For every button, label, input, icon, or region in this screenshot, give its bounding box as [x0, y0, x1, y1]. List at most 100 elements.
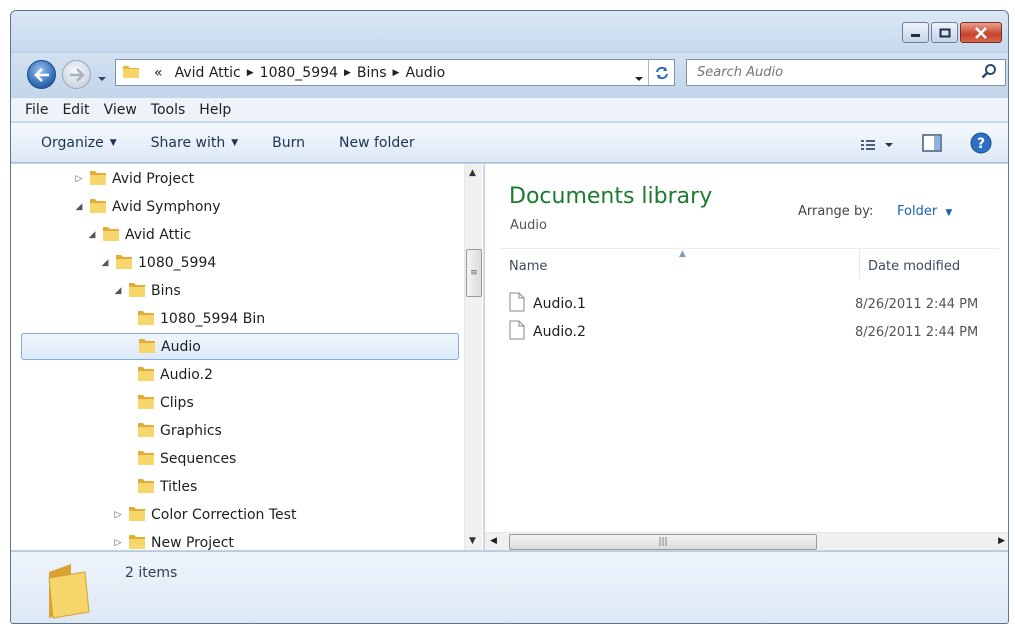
forward-button[interactable]	[62, 60, 91, 89]
title-bar	[11, 11, 1008, 51]
tree-item[interactable]: Audio	[21, 333, 459, 360]
document-icon	[509, 320, 525, 344]
svg-text:?: ?	[977, 136, 985, 152]
new-folder-button[interactable]: New folder	[339, 135, 415, 151]
tree-item-label: New Project	[151, 534, 234, 551]
column-headers: ▲ Name Date modified	[499, 248, 999, 282]
command-bar: Organize ▼ Share with ▼ Burn New folder	[11, 123, 1008, 163]
tree-item[interactable]: ◢ 1080_5994	[11, 249, 216, 276]
back-button[interactable]	[27, 60, 56, 89]
file-date-modified: 8/26/2011 2:44 PM	[855, 324, 979, 340]
minimize-icon	[910, 33, 920, 37]
tree-item[interactable]: Clips	[11, 389, 194, 416]
breadcrumb-audio[interactable]: Audio	[399, 65, 451, 81]
details-view-icon	[861, 140, 875, 150]
tree-item-label: Avid Project	[112, 170, 195, 187]
scroll-thumb[interactable]: ≡	[466, 249, 482, 297]
scroll-up-icon[interactable]: ▲	[469, 168, 476, 178]
breadcrumb-avid-attic[interactable]: Avid Attic	[169, 65, 247, 81]
breadcrumb-separator-icon[interactable]: ▶	[344, 68, 351, 78]
breadcrumb-1080-5994[interactable]: 1080_5994	[254, 65, 344, 81]
collapse-arrow-icon[interactable]: ▷	[73, 174, 85, 184]
share-with-button[interactable]: Share with ▼	[151, 135, 238, 151]
tree-item-label: 1080_5994	[138, 254, 217, 271]
burn-button[interactable]: Burn	[272, 135, 305, 151]
arrange-by-dropdown[interactable]: Folder ▼	[897, 204, 952, 219]
column-header-date-modified[interactable]: Date modified	[859, 249, 960, 279]
expand-arrow-icon[interactable]: ◢	[73, 202, 85, 212]
scroll-thumb[interactable]: |||	[509, 534, 817, 550]
tree-item-label: Titles	[160, 478, 198, 495]
folder-icon	[122, 63, 140, 83]
search-icon[interactable]	[981, 63, 997, 83]
file-row[interactable]: Audio.1 8/26/2011 2:44 PM	[509, 291, 999, 317]
breadcrumb-separator-icon[interactable]: ▶	[247, 68, 254, 78]
search-input[interactable]	[695, 64, 981, 81]
help-button[interactable]: ?	[970, 132, 992, 158]
expand-arrow-icon[interactable]: ◢	[99, 258, 111, 268]
tree-item[interactable]: 1080_5994 Bin	[11, 305, 265, 332]
tree-item-label: Clips	[160, 394, 194, 411]
tree-item[interactable]: Audio.2	[11, 361, 213, 388]
scroll-down-icon[interactable]: ▼	[469, 536, 476, 546]
file-name: Audio.1	[533, 296, 586, 312]
tree-item-label: 1080_5994 Bin	[160, 310, 266, 327]
preview-pane-button[interactable]	[922, 134, 942, 156]
recent-pages-dropdown[interactable]	[97, 70, 107, 86]
refresh-button[interactable]	[648, 60, 674, 85]
breadcrumb-bins[interactable]: Bins	[351, 65, 393, 81]
change-view-button[interactable]	[860, 138, 894, 152]
folder-icon	[89, 168, 107, 190]
menu-edit[interactable]: Edit	[62, 102, 89, 118]
navigation-bar: « Avid Attic ▶ 1080_5994 ▶ Bins ▶ Audio	[11, 53, 1008, 97]
scroll-left-icon[interactable]: ◀	[490, 536, 497, 546]
file-list-horizontal-scrollbar[interactable]: ◀ ||| ▶	[485, 532, 1008, 550]
chevron-down-icon: ▼	[109, 137, 117, 148]
view-controls: ?	[860, 132, 992, 158]
folder-icon	[137, 420, 155, 442]
close-button[interactable]	[960, 22, 1002, 43]
document-icon	[509, 292, 525, 316]
minimize-button[interactable]	[902, 22, 929, 43]
navigation-vertical-scrollbar[interactable]: ▲ ≡ ▼	[464, 164, 482, 550]
folder-icon	[128, 504, 146, 526]
tree-item[interactable]: Titles	[11, 473, 197, 500]
maximize-button[interactable]	[931, 22, 958, 43]
menu-help[interactable]: Help	[199, 102, 231, 118]
collapse-arrow-icon[interactable]: ▷	[112, 510, 124, 520]
tree-item[interactable]: Sequences	[11, 445, 236, 472]
address-history-dropdown[interactable]	[634, 70, 644, 86]
menu-tools[interactable]: Tools	[151, 102, 186, 118]
collapse-arrow-icon[interactable]: ▷	[112, 538, 124, 548]
chevron-down-icon	[635, 77, 643, 81]
file-row[interactable]: Audio.2 8/26/2011 2:44 PM	[509, 319, 999, 345]
breadcrumb-overflow[interactable]: «	[148, 65, 169, 81]
menu-view[interactable]: View	[104, 102, 137, 118]
expand-arrow-icon[interactable]: ◢	[112, 286, 124, 296]
tree-item[interactable]: ▷ Color Correction Test	[11, 501, 296, 528]
organize-button[interactable]: Organize ▼	[41, 135, 117, 151]
address-bar[interactable]: « Avid Attic ▶ 1080_5994 ▶ Bins ▶ Audio	[115, 59, 675, 86]
breadcrumb: « Avid Attic ▶ 1080_5994 ▶ Bins ▶ Audio	[148, 65, 451, 81]
library-title: Documents library	[509, 184, 713, 209]
folder-icon	[138, 336, 156, 358]
chevron-down-icon	[98, 77, 106, 81]
folder-icon	[102, 224, 120, 246]
arrow-left-icon	[33, 67, 49, 82]
tree-item-label: Graphics	[160, 422, 222, 439]
tree-item[interactable]: Graphics	[11, 417, 222, 444]
explorer-window: « Avid Attic ▶ 1080_5994 ▶ Bins ▶ Audio	[10, 10, 1009, 624]
share-with-label: Share with	[150, 134, 226, 151]
tree-item[interactable]: ◢ Bins	[11, 277, 181, 304]
column-header-name[interactable]: Name	[509, 259, 547, 274]
breadcrumb-separator-icon[interactable]: ▶	[393, 68, 400, 78]
tree-item[interactable]: ▷ New Project	[11, 529, 234, 550]
navigation-pane: ▷ Avid Project ◢ Avid Symphony ◢ Avid Attic ◢ 1…	[11, 164, 484, 550]
tree-item[interactable]: ◢ Avid Symphony	[11, 193, 221, 220]
scroll-right-icon[interactable]: ▶	[998, 536, 1005, 546]
menu-file[interactable]: File	[25, 102, 48, 118]
tree-item[interactable]: ◢ Avid Attic	[11, 221, 191, 248]
tree-item[interactable]: ▷ Avid Project	[11, 165, 194, 192]
expand-arrow-icon[interactable]: ◢	[86, 230, 98, 240]
chevron-down-icon	[885, 143, 893, 147]
